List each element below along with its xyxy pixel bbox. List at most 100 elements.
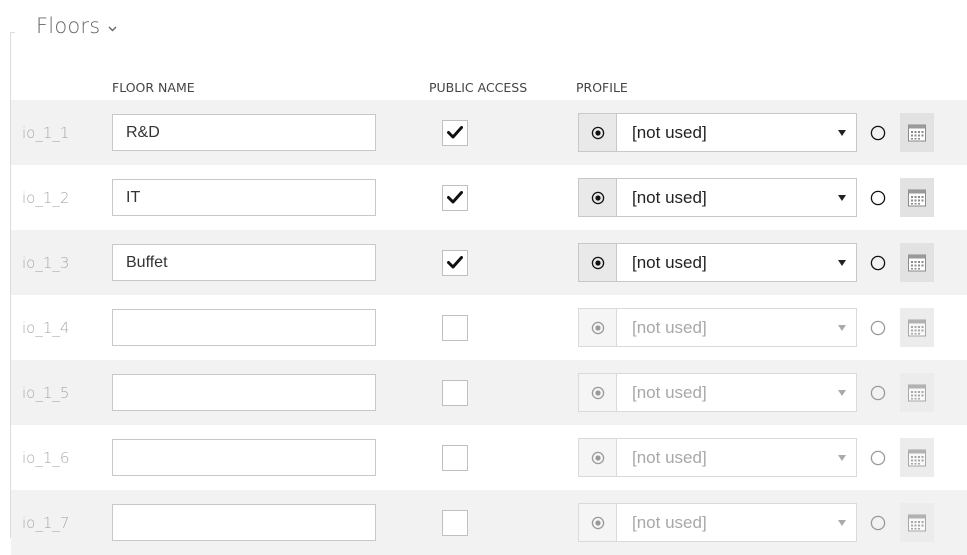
dropdown-caret-icon — [838, 259, 846, 266]
calendar-icon — [908, 254, 926, 271]
public-access-checkbox[interactable] — [442, 314, 468, 341]
profile-radio-selected[interactable] — [578, 438, 617, 477]
calendar-button[interactable] — [900, 308, 934, 347]
row-id: io_1_1 — [22, 123, 70, 142]
radio-icon — [870, 515, 886, 530]
dropdown-caret-icon — [838, 129, 846, 136]
public-access-checkbox[interactable] — [442, 184, 468, 211]
calendar-icon — [908, 514, 926, 531]
floor-name-input[interactable] — [112, 244, 376, 281]
calendar-icon — [908, 384, 926, 401]
column-header-floor-name: FLOOR NAME — [112, 80, 195, 95]
profile-select[interactable]: [not used] — [616, 308, 857, 347]
calendar-icon — [908, 189, 926, 206]
profile-radio-selected[interactable] — [578, 503, 617, 542]
floors-table: io_1_1 [not used] io_1_2 [not used] io_1_3 [n… — [11, 100, 967, 555]
profile-radio-selected[interactable] — [578, 308, 617, 347]
radio-icon — [591, 321, 604, 334]
chevron-down-icon — [108, 19, 117, 37]
dropdown-caret-icon — [838, 324, 846, 331]
profile-radio-selected[interactable] — [578, 373, 617, 412]
profile-select[interactable]: [not used] — [616, 243, 857, 282]
profile-select[interactable]: [not used] — [616, 373, 857, 412]
profile-select-value: [not used] — [632, 382, 707, 402]
dropdown-caret-icon — [838, 389, 846, 396]
profile-select[interactable]: [not used] — [616, 503, 857, 542]
radio-icon — [870, 450, 886, 465]
calendar-icon — [908, 449, 926, 466]
profile-select[interactable]: [not used] — [616, 178, 857, 217]
profile-radio-unselected[interactable] — [857, 243, 899, 282]
table-row: io_1_6 [not used] — [11, 425, 967, 490]
radio-icon — [870, 385, 886, 400]
floor-name-input[interactable] — [112, 374, 376, 411]
profile-select-value: [not used] — [632, 187, 707, 207]
radio-icon — [870, 190, 886, 205]
profile-radio-unselected[interactable] — [857, 373, 899, 412]
dropdown-caret-icon — [838, 194, 846, 201]
profile-select-value: [not used] — [632, 252, 707, 272]
public-access-checkbox[interactable] — [442, 119, 468, 146]
checkmark-icon — [447, 191, 463, 204]
calendar-button[interactable] — [900, 503, 934, 542]
profile-radio-unselected[interactable] — [857, 113, 899, 152]
floor-name-input[interactable] — [112, 114, 376, 151]
public-access-checkbox[interactable] — [442, 249, 468, 276]
radio-icon — [870, 255, 886, 270]
profile-radio-unselected[interactable] — [857, 503, 899, 542]
column-header-profile: PROFILE — [576, 80, 628, 95]
floor-name-input[interactable] — [112, 179, 376, 216]
profile-radio-selected[interactable] — [578, 243, 617, 282]
table-row: io_1_3 [not used] — [11, 230, 967, 295]
profile-select-value: [not used] — [632, 512, 707, 532]
calendar-button[interactable] — [900, 438, 934, 477]
profile-select-value: [not used] — [632, 447, 707, 467]
row-id: io_1_6 — [22, 448, 70, 467]
table-row: io_1_7 [not used] — [11, 490, 967, 555]
radio-icon — [591, 256, 604, 269]
row-id: io_1_3 — [22, 253, 70, 272]
radio-icon — [591, 126, 604, 139]
radio-icon — [591, 451, 604, 464]
profile-select-value: [not used] — [632, 122, 707, 142]
calendar-icon — [908, 124, 926, 141]
row-id: io_1_2 — [22, 188, 70, 207]
public-access-checkbox[interactable] — [442, 509, 468, 536]
radio-icon — [591, 516, 604, 529]
calendar-button[interactable] — [900, 113, 934, 152]
profile-radio-unselected[interactable] — [857, 178, 899, 217]
floors-section-header[interactable]: Floors — [36, 14, 117, 38]
row-id: io_1_5 — [22, 383, 70, 402]
table-row: io_1_4 [not used] — [11, 295, 967, 360]
profile-select[interactable]: [not used] — [616, 113, 857, 152]
calendar-button[interactable] — [900, 373, 934, 412]
calendar-icon — [908, 319, 926, 336]
floor-name-input[interactable] — [112, 504, 376, 541]
profile-select-value: [not used] — [632, 317, 707, 337]
profile-radio-selected[interactable] — [578, 113, 617, 152]
dropdown-caret-icon — [838, 519, 846, 526]
column-header-public-access: PUBLIC ACCESS — [429, 80, 528, 95]
radio-icon — [591, 386, 604, 399]
row-id: io_1_7 — [22, 513, 70, 532]
table-row: io_1_5 [not used] — [11, 360, 967, 425]
public-access-checkbox[interactable] — [442, 379, 468, 406]
row-id: io_1_4 — [22, 318, 70, 337]
radio-icon — [591, 191, 604, 204]
profile-radio-unselected[interactable] — [857, 308, 899, 347]
radio-icon — [870, 320, 886, 335]
table-row: io_1_1 [not used] — [11, 100, 967, 165]
checkmark-icon — [447, 126, 463, 139]
radio-icon — [870, 125, 886, 140]
section-title: Floors — [36, 14, 101, 38]
floor-name-input[interactable] — [112, 309, 376, 346]
profile-radio-selected[interactable] — [578, 178, 617, 217]
section-border-tick — [10, 32, 15, 33]
floor-name-input[interactable] — [112, 439, 376, 476]
checkmark-icon — [447, 256, 463, 269]
calendar-button[interactable] — [900, 178, 934, 217]
profile-select[interactable]: [not used] — [616, 438, 857, 477]
profile-radio-unselected[interactable] — [857, 438, 899, 477]
public-access-checkbox[interactable] — [442, 444, 468, 471]
calendar-button[interactable] — [900, 243, 934, 282]
